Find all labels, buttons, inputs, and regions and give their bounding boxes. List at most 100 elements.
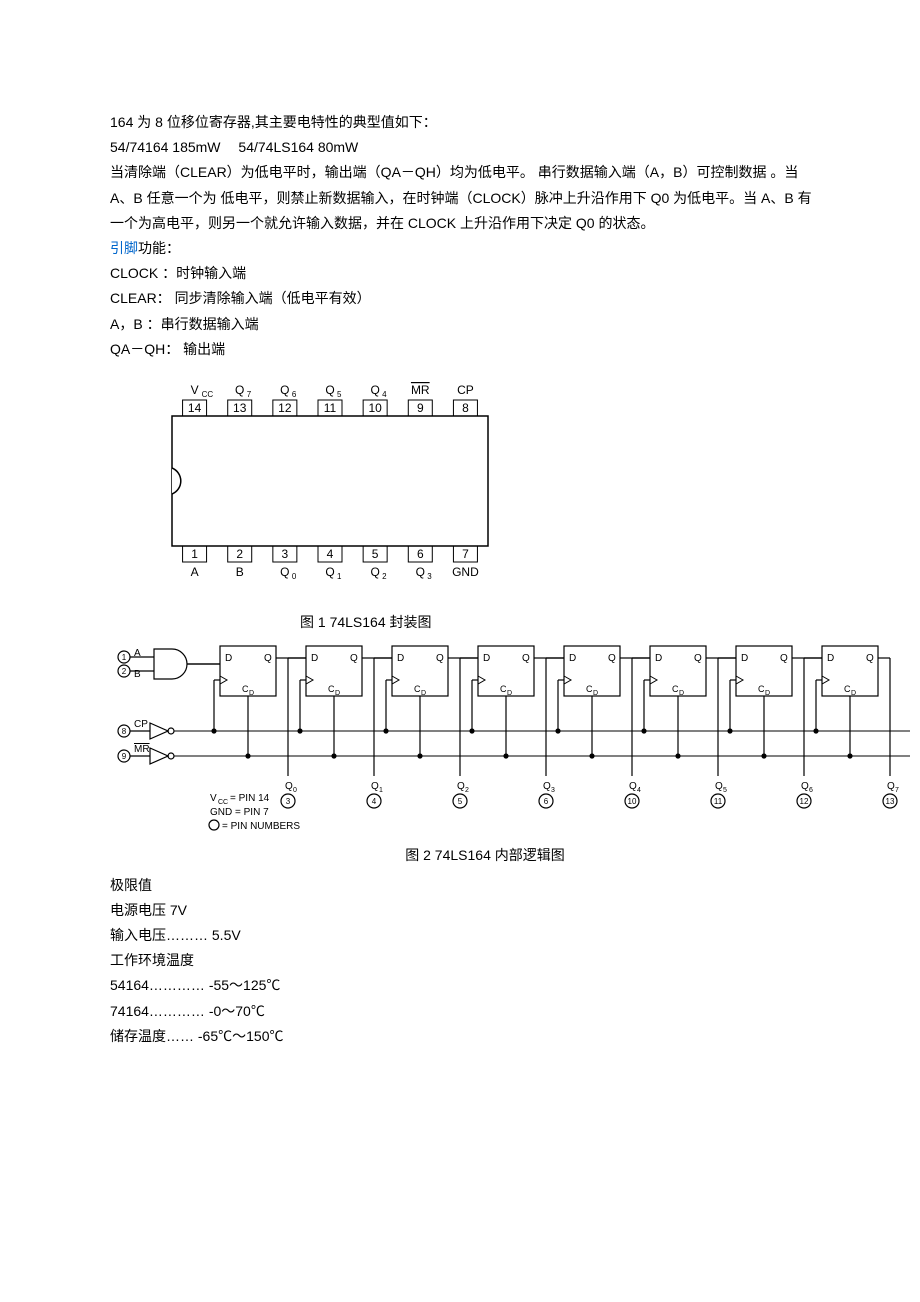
logic-diagram: 12AB8CP9MRDQCDQ03DQCDQ14DQCDQ25DQCDQ36DQ… [110, 641, 910, 831]
svg-text:Q: Q [522, 653, 530, 664]
limits-vin: 输入电压……… 5.5V [110, 923, 820, 948]
svg-text:4: 4 [382, 390, 387, 399]
svg-text:9: 9 [417, 401, 424, 415]
svg-text:MR: MR [411, 383, 430, 397]
svg-text:Q: Q [416, 565, 425, 579]
svg-text:C: C [242, 684, 249, 694]
svg-text:V: V [210, 793, 217, 804]
svg-text:= PIN 14: = PIN 14 [230, 793, 270, 804]
svg-text:D: D [483, 653, 490, 664]
svg-text:7: 7 [895, 787, 899, 794]
svg-text:3: 3 [427, 572, 432, 581]
svg-text:4: 4 [637, 787, 641, 794]
svg-text:Q: Q [280, 565, 289, 579]
svg-text:Q: Q [280, 383, 289, 397]
svg-text:3: 3 [282, 547, 289, 561]
svg-text:5: 5 [723, 787, 727, 794]
svg-text:1: 1 [191, 547, 198, 561]
pinout-diagram: 14VCC1A13Q72B12Q63Q011Q54Q110Q45Q29MR6Q3… [150, 368, 510, 598]
svg-text:5: 5 [372, 547, 379, 561]
svg-text:Q: Q [371, 781, 379, 792]
svg-text:Q: Q [457, 781, 465, 792]
svg-text:Q: Q [780, 653, 788, 664]
svg-text:D: D [569, 653, 576, 664]
pin-q: QA－QH： 输出端 [110, 337, 820, 362]
limits-temp-op: 工作环境温度 [110, 948, 820, 973]
limits-tstore: 储存温度…… -65℃～150℃ [110, 1024, 820, 1049]
svg-text:12: 12 [278, 401, 292, 415]
svg-text:D: D [397, 653, 404, 664]
svg-text:A: A [191, 565, 199, 579]
svg-text:D: D [851, 690, 856, 697]
svg-text:4: 4 [327, 547, 334, 561]
svg-text:CC: CC [202, 390, 214, 399]
svg-text:CP: CP [134, 719, 148, 730]
svg-text:Q: Q [370, 383, 379, 397]
svg-text:MR: MR [134, 744, 150, 755]
svg-text:D: D [679, 690, 684, 697]
svg-text:1: 1 [379, 787, 383, 794]
svg-text:D: D [311, 653, 318, 664]
svg-text:D: D [827, 653, 834, 664]
figure-1: 14VCC1A13Q72B12Q63Q011Q54Q110Q45Q29MR6Q3… [150, 368, 820, 606]
svg-text:C: C [672, 684, 679, 694]
svg-text:2: 2 [382, 572, 387, 581]
svg-text:1: 1 [122, 653, 127, 662]
svg-text:4: 4 [372, 797, 377, 806]
svg-text:C: C [586, 684, 593, 694]
intro-line-2: 54/74164 185mW 54/74LS164 80mW [110, 135, 820, 160]
svg-text:Q: Q [285, 781, 293, 792]
svg-text:Q: Q [350, 653, 358, 664]
svg-text:D: D [225, 653, 232, 664]
svg-text:Q: Q [325, 383, 334, 397]
svg-text:7: 7 [462, 547, 469, 561]
svg-text:Q: Q [866, 653, 874, 664]
svg-text:D: D [741, 653, 748, 664]
intro-line-3: 当清除端（CLEAR）为低电平时，输出端（QA－QH）均为低电平。 串行数据输入… [110, 160, 820, 236]
pin-ab: A，B ：串行数据输入端 [110, 312, 820, 337]
pin-clear: CLEAR： 同步清除输入端（低电平有效） [110, 286, 820, 311]
pins-heading-rest: 功能： [138, 240, 180, 256]
svg-text:8: 8 [462, 401, 469, 415]
svg-text:Q: Q [715, 781, 723, 792]
svg-text:5: 5 [458, 797, 463, 806]
svg-text:2: 2 [465, 787, 469, 794]
svg-text:Q: Q [887, 781, 895, 792]
svg-text:Q: Q [370, 565, 379, 579]
svg-text:13: 13 [233, 401, 247, 415]
svg-text:Q: Q [608, 653, 616, 664]
svg-text:12: 12 [800, 797, 809, 806]
svg-text:C: C [414, 684, 421, 694]
svg-text:13: 13 [886, 797, 895, 806]
svg-text:6: 6 [417, 547, 424, 561]
svg-text:= PIN NUMBERS: = PIN NUMBERS [222, 821, 300, 831]
svg-text:CP: CP [457, 383, 474, 397]
pin-clock: CLOCK ：时钟输入端 [110, 261, 820, 286]
svg-text:6: 6 [809, 787, 813, 794]
svg-text:3: 3 [551, 787, 555, 794]
figure-2-caption: 图 2 74LS164 内部逻辑图 [110, 843, 820, 868]
svg-text:11: 11 [714, 797, 723, 806]
svg-text:GND: GND [452, 565, 479, 579]
svg-text:Q: Q [694, 653, 702, 664]
svg-text:Q: Q [543, 781, 551, 792]
limits-t74: 74164………… -0～70℃ [110, 999, 820, 1024]
svg-text:D: D [335, 690, 340, 697]
svg-text:6: 6 [544, 797, 549, 806]
svg-text:D: D [655, 653, 662, 664]
limits-title: 极限值 [110, 873, 820, 898]
svg-text:D: D [593, 690, 598, 697]
svg-text:6: 6 [292, 390, 297, 399]
pins-link: 引脚 [110, 240, 138, 256]
limits-vsupply: 电源电压 7V [110, 898, 820, 923]
svg-text:B: B [236, 565, 244, 579]
svg-text:C: C [328, 684, 335, 694]
svg-text:D: D [507, 690, 512, 697]
svg-text:8: 8 [122, 727, 127, 736]
svg-text:3: 3 [286, 797, 291, 806]
svg-text:D: D [249, 690, 254, 697]
svg-text:C: C [844, 684, 851, 694]
svg-text:0: 0 [293, 787, 297, 794]
svg-text:2: 2 [236, 547, 243, 561]
svg-text:Q: Q [629, 781, 637, 792]
